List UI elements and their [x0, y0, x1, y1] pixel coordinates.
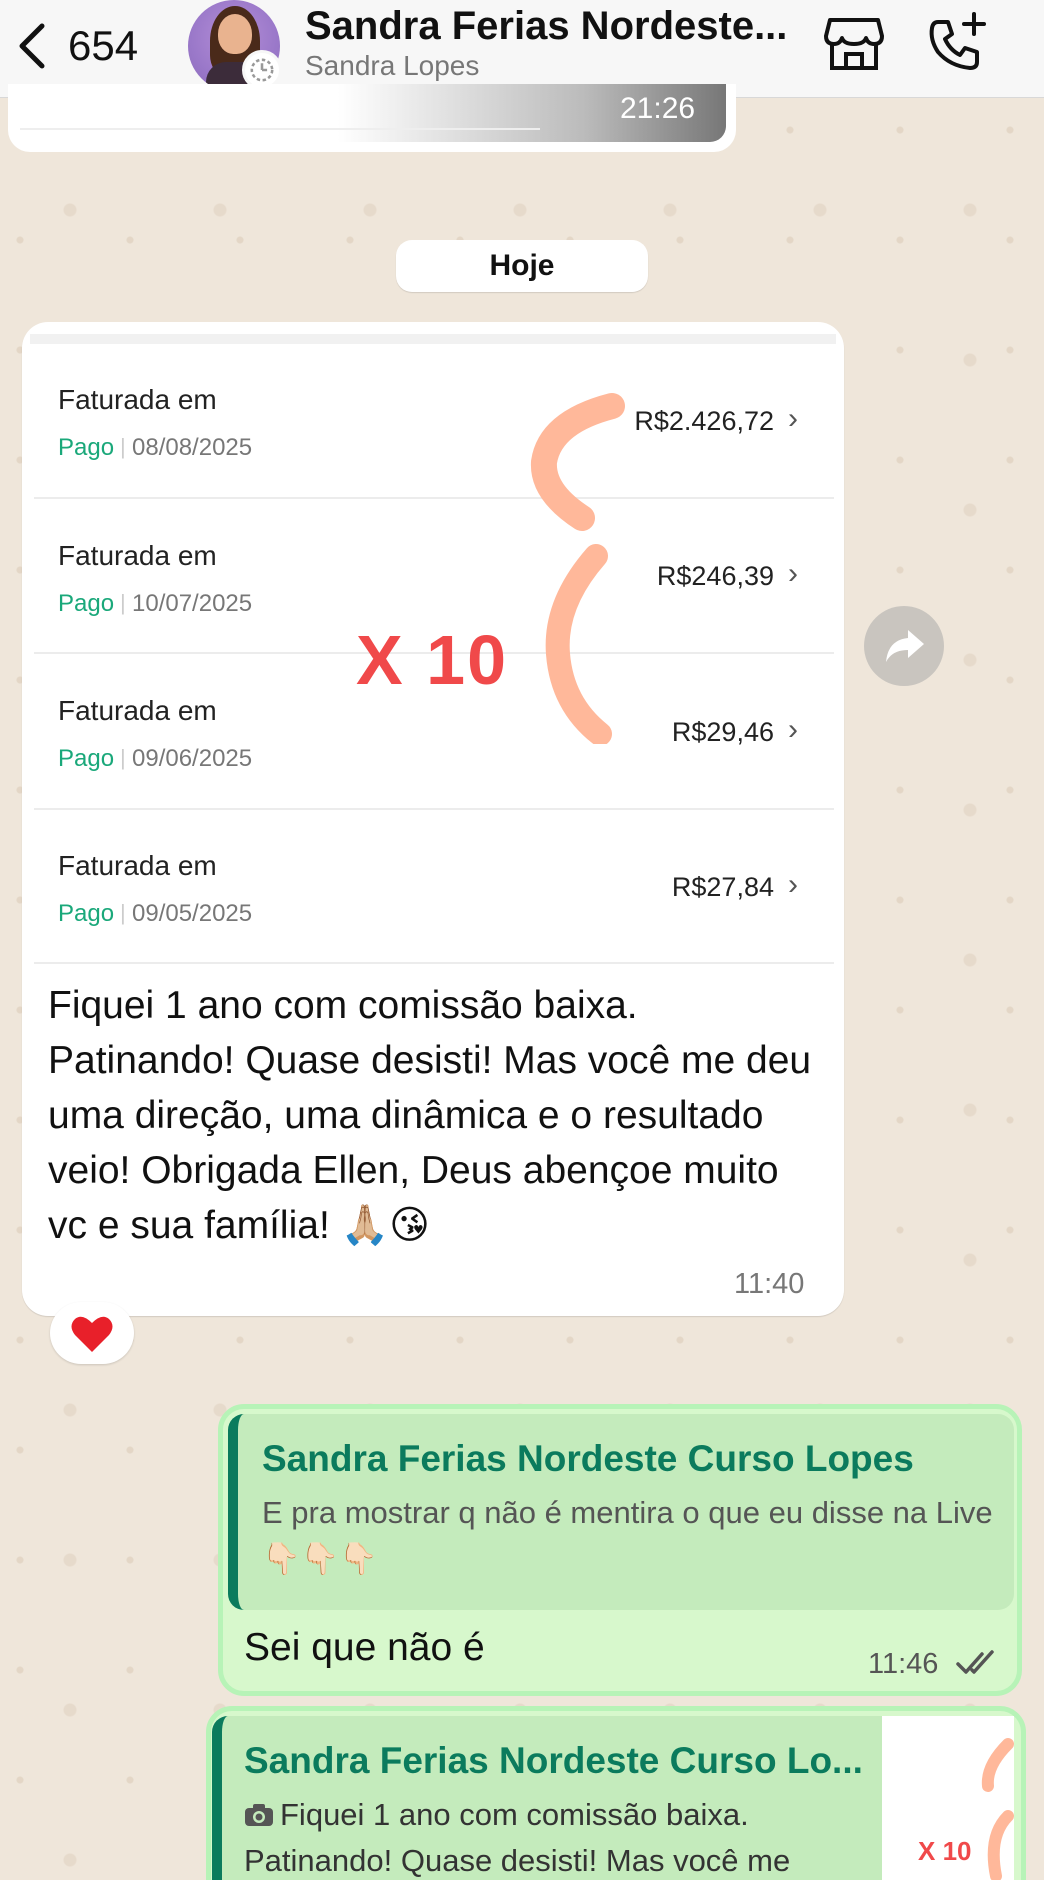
separator: | [120, 900, 126, 925]
divider [20, 128, 540, 130]
chat-title[interactable]: Sandra Ferias Nordeste... [305, 4, 787, 49]
quoted-text-container: Fiquei 1 ano com comissão baixa. Patinan… [244, 1792, 884, 1880]
back-chevron-icon[interactable] [12, 18, 52, 74]
add-call-icon[interactable] [924, 12, 988, 74]
invoice-label: Faturada em [58, 384, 217, 415]
store-icon[interactable] [822, 14, 886, 74]
invoice-date: 09/05/2025 [132, 900, 253, 927]
message-text: Fiquei 1 ano com comissão baixa. Patinan… [48, 984, 812, 1247]
divider [34, 962, 834, 964]
forward-button[interactable] [864, 606, 944, 686]
divider [34, 497, 834, 499]
divider [34, 808, 834, 810]
x10-annotation: X 10 [356, 621, 508, 699]
brace-annotation [530, 393, 625, 531]
brace-annotation [545, 544, 612, 744]
unread-count[interactable]: 654 [68, 18, 138, 74]
quoted-image-thumbnail[interactable]: X 10 [882, 1716, 1014, 1880]
quoted-author: Sandra Ferias Nordeste Curso Lo... [244, 1740, 863, 1781]
reaction-badge[interactable] [50, 1302, 134, 1364]
message-text: Sei que não é [244, 1626, 485, 1669]
invoice-status: Pago [58, 590, 115, 617]
x10-annotation: X 10 [918, 1836, 972, 1866]
invoice-date: 10/07/2025 [132, 590, 253, 617]
separator: | [120, 434, 126, 459]
heart-icon [71, 1316, 113, 1352]
invoice-amount: R$29,46 [671, 717, 774, 747]
date-separator: Hoje [396, 240, 648, 292]
chevron-right-icon: › [788, 557, 798, 590]
invoice-status: Pago [58, 900, 115, 927]
read-ticks-icon [956, 1650, 994, 1674]
invoice-label: Faturada em [58, 540, 217, 571]
invoice-date: 09/06/2025 [132, 745, 253, 772]
invoice-amount: R$27,84 [671, 872, 774, 902]
invoice-label: Faturada em [58, 695, 217, 726]
camera-icon [245, 1804, 273, 1826]
invoice-amount: R$246,39 [656, 561, 774, 591]
quoted-text: E pra mostrar q não é mentira o que eu d… [262, 1495, 993, 1576]
quoted-text: Fiquei 1 ano com comissão baixa. Patinan… [244, 1797, 791, 1878]
chevron-right-icon: › [788, 868, 798, 901]
invoice-status: Pago [58, 745, 115, 772]
invoice-status: Pago [58, 434, 115, 461]
separator: | [120, 745, 126, 770]
quoted-author: Sandra Ferias Nordeste Curso Lopes [262, 1438, 914, 1479]
message-time: 11:40 [734, 1268, 805, 1300]
invoice-date: 08/08/2025 [132, 434, 253, 461]
message-time: 21:26 [620, 92, 696, 125]
separator: | [120, 590, 126, 615]
chevron-right-icon: › [788, 713, 798, 746]
invoice-label: Faturada em [58, 850, 217, 881]
invoice-amount: R$2.426,72 [634, 406, 774, 436]
brace-annotation [981, 1738, 1014, 1880]
forward-icon [886, 630, 924, 662]
message-time: 11:46 [868, 1648, 939, 1680]
chat-subtitle[interactable]: Sandra Lopes [305, 50, 479, 82]
chevron-right-icon: › [788, 402, 798, 435]
